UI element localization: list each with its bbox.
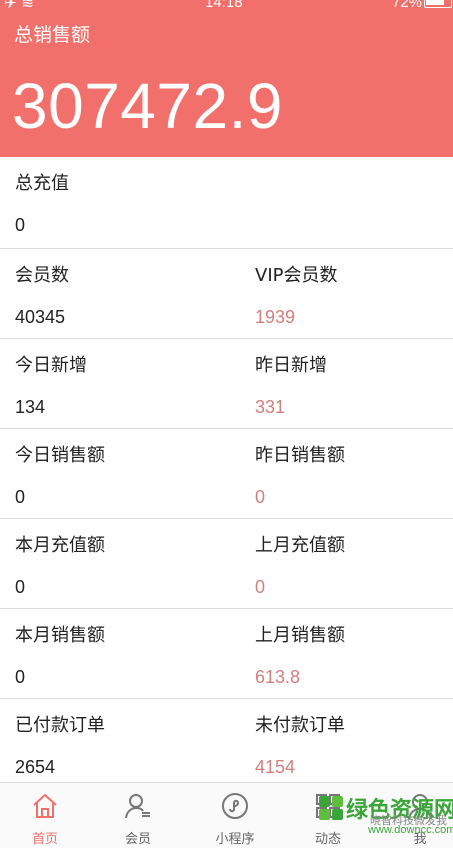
stat-month-recharge[interactable]: 本月充值额 0 — [15, 519, 235, 609]
stat-value: 0 — [15, 667, 26, 687]
stat-label: 今日销售额 — [15, 445, 105, 466]
stat-value: 0 — [15, 215, 26, 235]
battery-icon — [424, 0, 452, 8]
stat-value: 1939 — [255, 307, 296, 327]
stats-row: 今日新增 134 昨日新增 331 — [0, 339, 453, 429]
stat-value: 134 — [15, 397, 46, 417]
miniprogram-icon — [222, 793, 248, 819]
member-icon — [125, 794, 150, 819]
tab-label: 首页 — [31, 832, 58, 847]
total-sales-value: 307472.9 — [12, 70, 283, 142]
stat-unpaid-orders[interactable]: 未付款订单 4154 — [255, 699, 453, 789]
stat-label: 会员数 — [15, 265, 69, 286]
stat-month-sales[interactable]: 本月销售额 0 — [15, 609, 235, 699]
stat-today-new[interactable]: 今日新增 134 — [15, 339, 235, 429]
stat-member-count[interactable]: 会员数 40345 — [15, 249, 235, 339]
watermark-logo-icon — [319, 796, 343, 820]
stat-value: 0 — [15, 577, 26, 597]
stats-row: 本月销售额 0 上月销售额 613.8 — [0, 609, 453, 699]
stat-paid-orders[interactable]: 已付款订单 2654 — [15, 699, 235, 789]
stats-row: 会员数 40345 VIP会员数 1939 — [0, 249, 453, 339]
stat-total-recharge[interactable]: 总充值 0 — [15, 157, 235, 247]
watermark-url: www.downcc.com — [368, 824, 453, 836]
stat-vip-member-count[interactable]: VIP会员数 1939 — [255, 249, 453, 339]
tab-label: 会员 — [124, 832, 151, 847]
status-bar: ✈ ︎≋ 14:18 72% — [0, 0, 453, 12]
stat-today-sales[interactable]: 今日销售额 0 — [15, 429, 235, 519]
stat-label: 昨日新增 — [255, 355, 327, 376]
stat-label: 本月充值额 — [15, 535, 105, 556]
stat-last-month-sales[interactable]: 上月销售额 613.8 — [255, 609, 453, 699]
stat-yesterday-new[interactable]: 昨日新增 331 — [255, 339, 453, 429]
stat-label: 上月充值额 — [255, 535, 345, 556]
airplane-wifi-icon: ✈ ︎≋ — [4, 0, 34, 12]
tab-home[interactable]: 首页 — [0, 783, 90, 848]
stat-label: 今日新增 — [15, 355, 87, 376]
stat-value: 2654 — [15, 757, 56, 777]
tab-label: 小程序 — [215, 832, 255, 847]
stat-label: 昨日销售额 — [255, 445, 345, 466]
stat-label: 已付款订单 — [15, 715, 105, 736]
stats-list: 总充值 0 会员数 40345 VIP会员数 1939 今日新增 134 昨日新… — [0, 157, 453, 789]
stats-row: 已付款订单 2654 未付款订单 4154 — [0, 699, 453, 789]
stat-label: 未付款订单 — [255, 715, 345, 736]
stat-value: 0 — [255, 487, 266, 507]
stat-label: 本月销售额 — [15, 625, 105, 646]
watermark: 绿色资源网 晓智科技微发我 www.downcc.com — [318, 790, 453, 840]
tab-miniprogram[interactable]: 小程序 — [190, 783, 280, 848]
summary-header: ✈ ︎≋ 14:18 72% 总销售额 307472.9 — [0, 0, 453, 157]
stat-label: VIP会员数 — [255, 265, 338, 286]
battery-percent: 72% — [392, 0, 423, 11]
stat-value: 40345 — [15, 307, 66, 327]
tab-member[interactable]: 会员 — [93, 783, 183, 848]
stats-row: 今日销售额 0 昨日销售额 0 — [0, 429, 453, 519]
stats-row: 总充值 0 — [0, 157, 453, 249]
stat-value: 331 — [255, 397, 286, 417]
stat-label: 上月销售额 — [255, 625, 345, 646]
total-sales-title: 总销售额 — [14, 24, 91, 46]
stats-row: 本月充值额 0 上月充值额 0 — [0, 519, 453, 609]
home-icon — [33, 794, 57, 818]
stat-last-month-recharge[interactable]: 上月充值额 0 — [255, 519, 453, 609]
stat-value: 0 — [255, 577, 266, 597]
stat-yesterday-sales[interactable]: 昨日销售额 0 — [255, 429, 453, 519]
status-time: 14:18 — [205, 0, 243, 11]
stat-value: 4154 — [255, 757, 296, 777]
stat-value: 0 — [15, 487, 26, 507]
stat-value: 613.8 — [255, 667, 301, 687]
stat-label: 总充值 — [15, 173, 69, 194]
